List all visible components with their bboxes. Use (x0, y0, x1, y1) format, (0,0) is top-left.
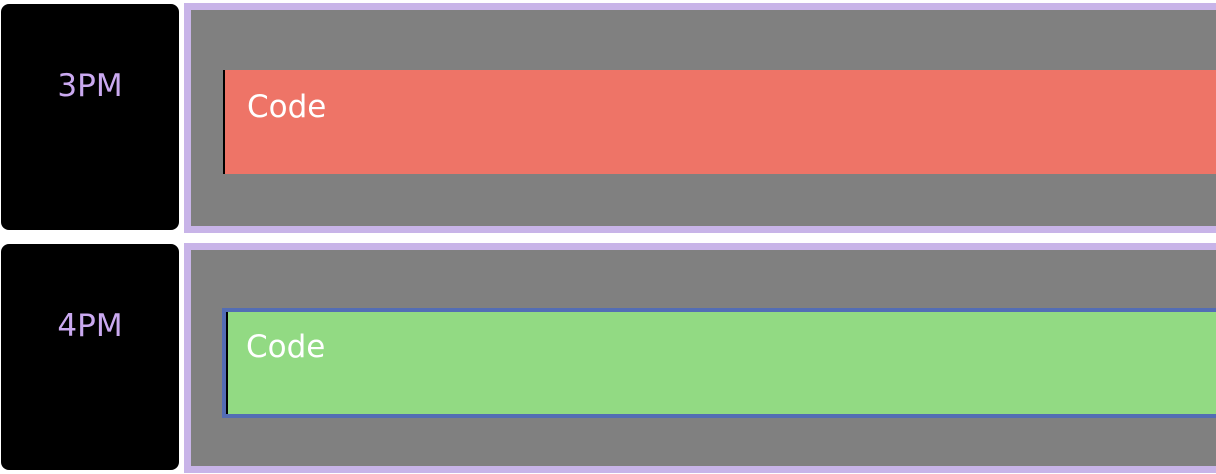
calendar-event-code-4pm-selected[interactable]: Code (222, 308, 1216, 418)
event-title: Code (247, 89, 327, 125)
time-text-3pm: 3PM (57, 68, 123, 104)
calendar-event-code-3pm[interactable]: Code (223, 70, 1216, 174)
time-label-4pm: 4PM (1, 244, 179, 470)
event-title: Code (246, 329, 326, 365)
time-slot-3pm[interactable]: Code (184, 3, 1216, 233)
time-label-3pm: 3PM (1, 4, 179, 230)
time-row-3pm: 3PM Code (0, 3, 1216, 233)
calendar-timeline: 3PM Code 4PM Code (0, 0, 1216, 474)
time-slot-4pm[interactable]: Code (184, 243, 1216, 473)
time-row-4pm: 4PM Code (0, 243, 1216, 473)
time-text-4pm: 4PM (57, 308, 123, 344)
